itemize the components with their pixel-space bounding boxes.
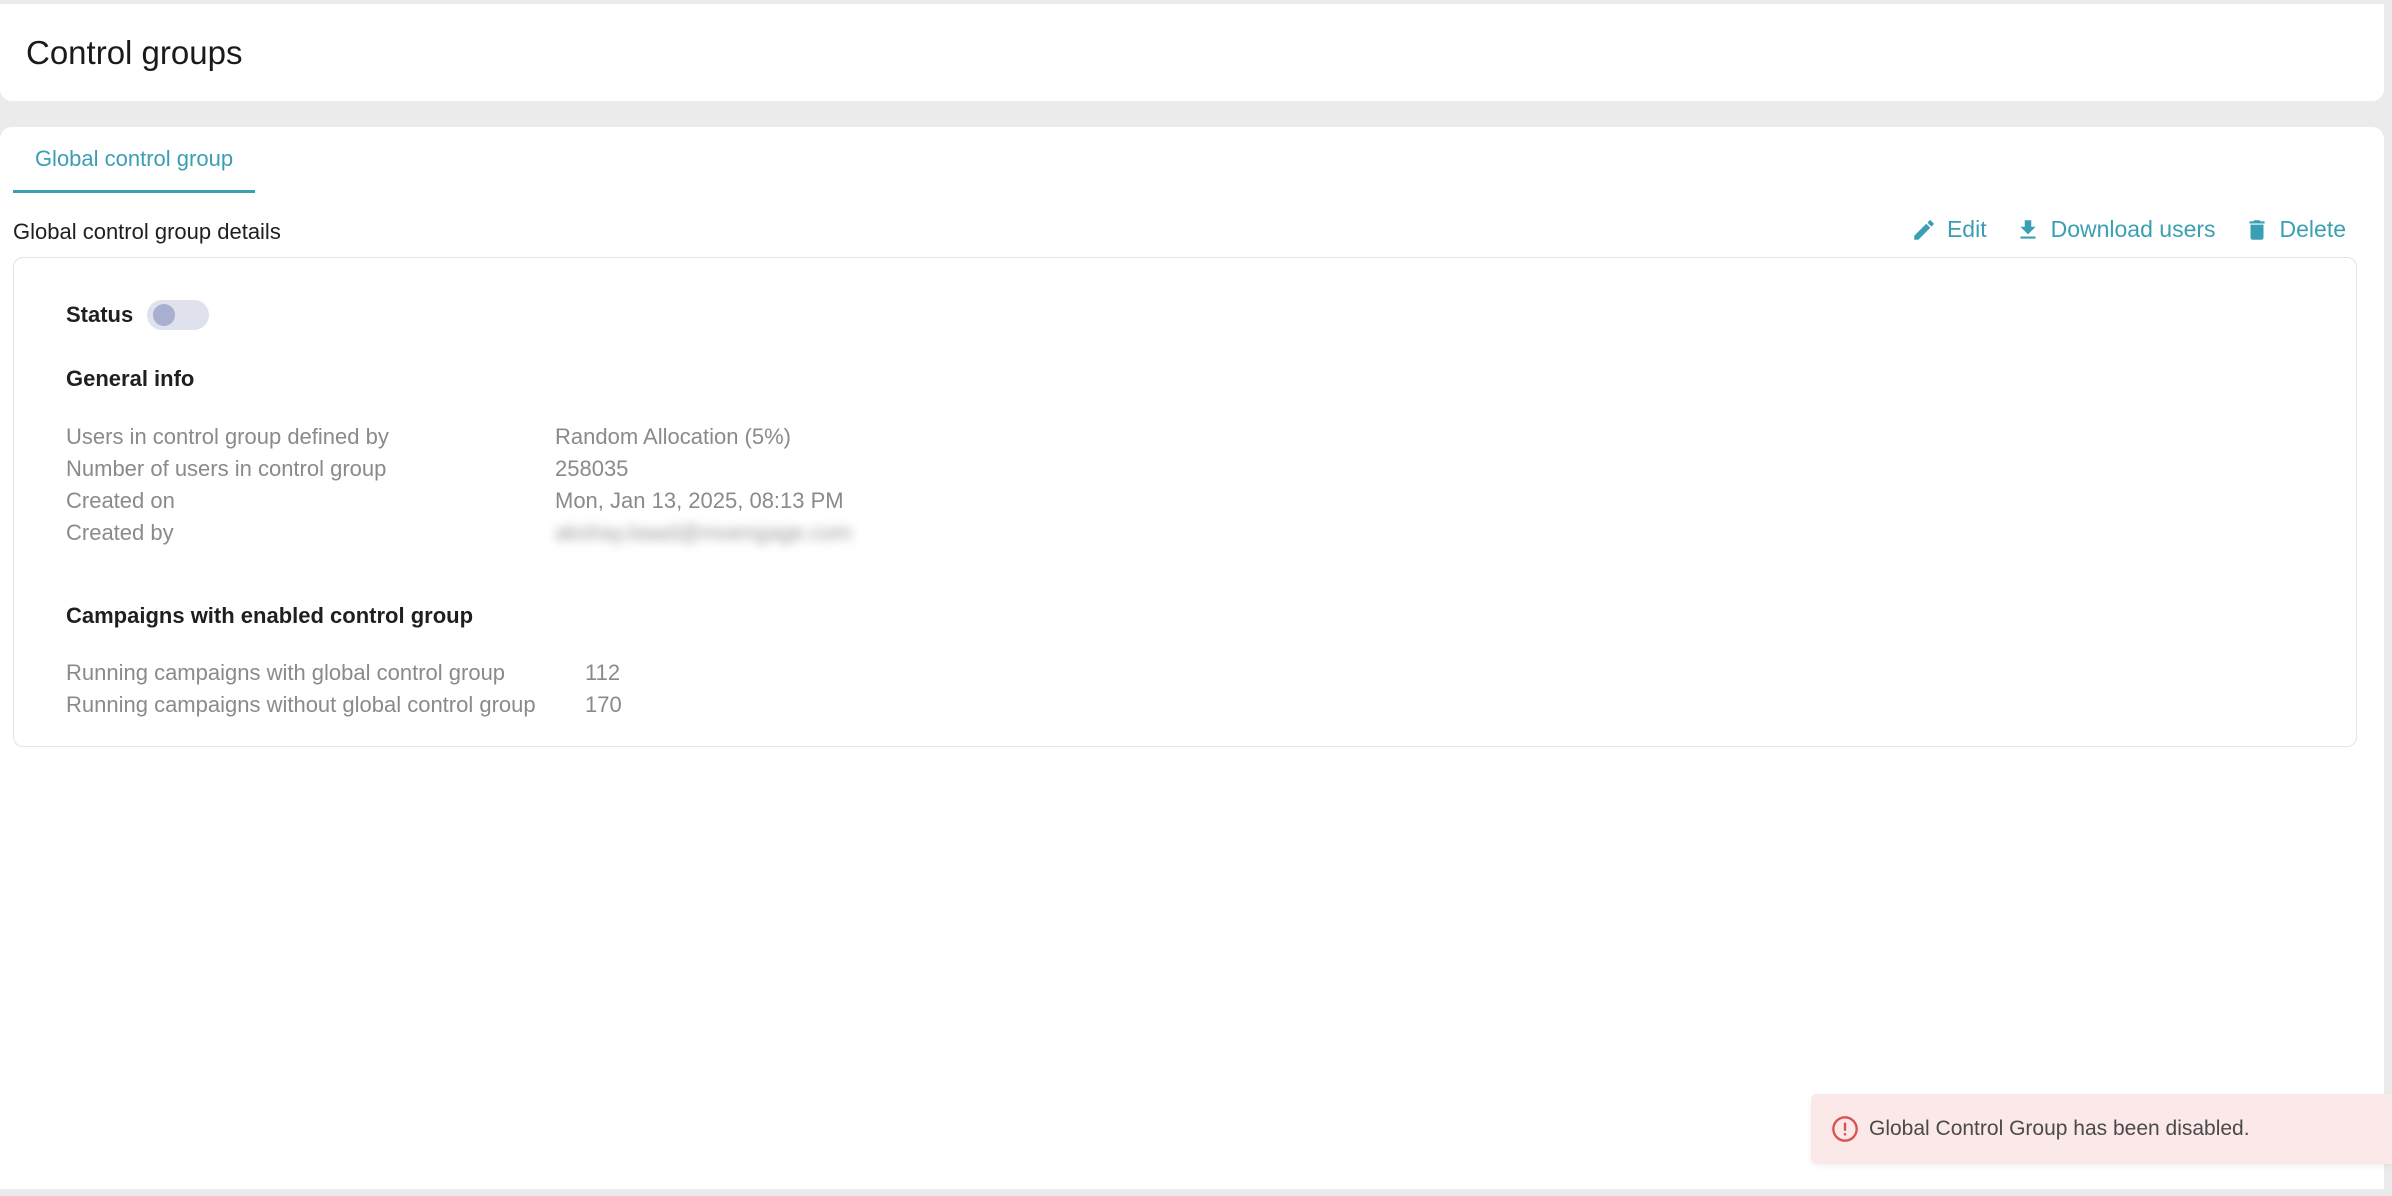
campaign-stat-value: 112 — [585, 660, 621, 685]
delete-button[interactable]: Delete — [2244, 216, 2346, 243]
created-by-value: akshay.baad@moengage.com — [555, 520, 853, 545]
status-label: Status — [66, 302, 134, 327]
toggle-knob — [153, 304, 176, 326]
general-info-title: General info — [66, 366, 195, 391]
status-row: Status — [66, 300, 210, 330]
info-label: Users in control group defined by — [66, 424, 389, 449]
bottom-strip — [0, 1189, 2392, 1196]
toast-message: Global Control Group has been disabled. — [1869, 1117, 2250, 1140]
alert-circle-icon — [1832, 1116, 1858, 1142]
page-header: Control groups — [0, 4, 2384, 101]
info-value: 258035 — [555, 456, 629, 481]
details-title: Global control group details — [13, 219, 281, 244]
edit-label: Edit — [1946, 216, 1987, 242]
details-actions: Edit Download users Delete — [1911, 216, 2346, 243]
info-label: Created on — [66, 488, 175, 513]
details-card: Status General info Users in control gro… — [13, 257, 2357, 747]
campaign-stat-value: 170 — [585, 692, 622, 717]
tab-global-control-group[interactable]: Global control group — [13, 127, 255, 193]
download-users-label: Download users — [2050, 216, 2216, 242]
toast-notification: Global Control Group has been disabled. — [1811, 1094, 2392, 1164]
info-value: Mon, Jan 13, 2025, 08:13 PM — [555, 488, 844, 513]
pencil-icon — [1914, 219, 1934, 240]
info-label: Number of users in control group — [66, 456, 387, 481]
download-users-button[interactable]: Download users — [2015, 216, 2216, 243]
download-icon — [2020, 219, 2036, 239]
trash-icon — [2248, 219, 2265, 240]
status-toggle[interactable] — [147, 300, 210, 330]
campaigns-title: Campaigns with enabled control group — [66, 603, 474, 628]
campaign-stat-label: Running campaigns with global control gr… — [66, 660, 506, 685]
info-label: Created by — [66, 520, 174, 545]
main-content: Global control group Global control grou… — [0, 127, 2384, 1189]
edit-button[interactable]: Edit — [1911, 216, 1987, 243]
campaign-stat-label: Running campaigns without global control… — [66, 692, 536, 717]
info-value: Random Allocation (5%) — [555, 424, 792, 449]
delete-label: Delete — [2279, 216, 2346, 242]
page-title: Control groups — [26, 34, 243, 71]
